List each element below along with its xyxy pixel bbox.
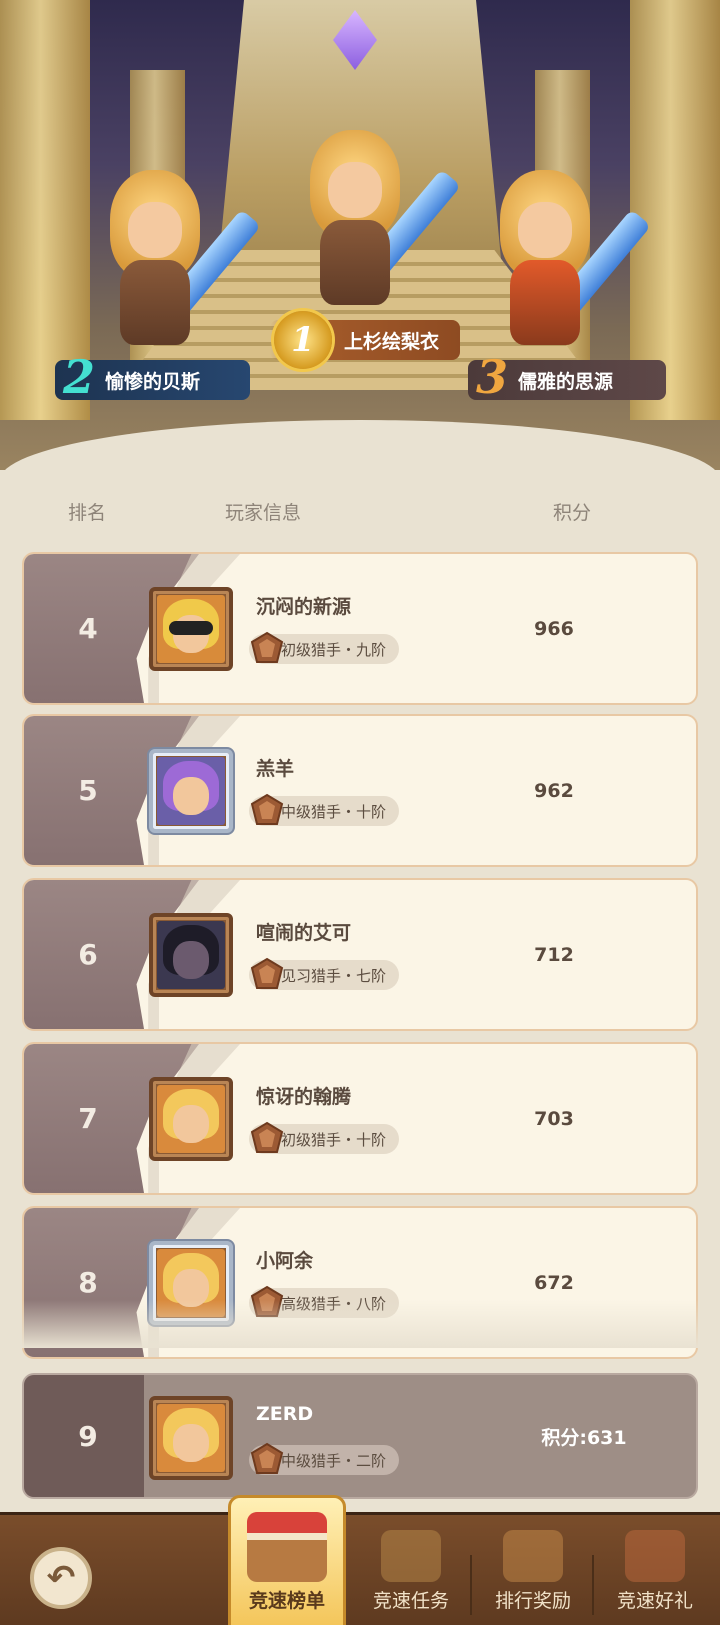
score-column-header: 积分 [553,502,592,524]
back-arrow-icon: ↶ [46,1558,76,1598]
player-name: 沉闷的新源 [256,596,352,618]
third-place-plate: 3 儒雅的思源 [468,350,666,404]
first-place-plate: 1 上杉绘梨衣 [270,311,460,369]
rank-title-text: 见习猎手・七阶 [281,966,387,985]
rank-title-badge: 初级猎手・十阶 [249,1121,399,1154]
my-rank-row[interactable]: 9 ZERD 中级猎手・二阶 积分:631 [22,1373,698,1499]
treasure-icon [625,1530,685,1582]
rank-title-badge: 见习猎手・七阶 [249,957,399,990]
third-place-rank: 3 [476,350,509,404]
rank-number: 6 [78,938,98,971]
leaderboard-row[interactable]: 6 喧闹的艾可 见习猎手・七阶 712 [22,878,698,1031]
rank-number: 5 [78,774,98,807]
hunter-rank-icon [250,793,284,825]
tab-label: 竞速好礼 [616,1590,693,1612]
floor-decoration [0,420,720,470]
rank-title-text: 初级猎手・十阶 [281,1130,387,1149]
my-rank-number: 9 [78,1419,98,1453]
list-fade [0,1300,720,1348]
rank-title-text: 初级猎手・九阶 [281,640,387,659]
tab-rank-rewards[interactable]: 排行奖励 [474,1525,594,1625]
third-place-name: 儒雅的思源 [518,370,614,393]
player-name: 小阿余 [256,1250,314,1272]
rank-number: 7 [78,1102,98,1135]
tab-label: 排行奖励 [494,1590,571,1612]
rank-number: 4 [78,612,98,645]
player-score: 962 [534,779,574,802]
second-place-character[interactable] [80,160,262,360]
player-name: 喧闹的艾可 [256,922,352,944]
second-place-name: 愉惨的贝斯 [105,370,201,393]
first-place-character[interactable] [280,120,462,320]
tab-label: 竞速任务 [372,1590,449,1612]
hunter-rank-icon [250,631,284,663]
tab-label: 竞速榜单 [248,1590,325,1612]
bottom-nav: ↶ 竞速榜单 竞速任务 排行奖励 竞速好礼 [0,1495,720,1625]
leaderboard-row[interactable]: 4 沉闷的新源 初级猎手・九阶 966 [22,552,698,705]
rank-column-header: 排名 [68,502,107,524]
player-column-header: 玩家信息 [225,502,302,524]
my-rank-title-badge: 中级猎手・二阶 [249,1442,399,1475]
pillar-decoration [630,0,720,420]
shop-stall-icon [247,1512,327,1582]
leaderboard-row[interactable]: 7 惊讶的翰腾 初级猎手・十阶 703 [22,1042,698,1195]
hunter-rank-icon [250,1442,284,1474]
my-score: 积分:631 [541,1426,627,1449]
first-place-name: 上杉绘梨衣 [344,330,440,353]
hunter-rank-icon [250,957,284,989]
rank-title-badge: 中级猎手・十阶 [249,793,399,826]
player-score: 712 [534,943,574,966]
task-chest-icon [381,1530,441,1582]
tab-race-leaderboard[interactable]: 竞速榜单 [228,1495,346,1625]
hunter-rank-icon [250,1121,284,1153]
player-avatar[interactable] [149,1077,233,1161]
rank-title-text: 中级猎手・十阶 [281,802,387,821]
second-place-plate: 2 愉惨的贝斯 [55,350,250,404]
podium-banner: 1 上杉绘梨衣 2 愉惨的贝斯 3 儒雅的思源 [0,0,720,470]
player-score: 966 [534,617,574,640]
my-name: ZERD [256,1403,314,1425]
leaderboard-row[interactable]: 5 羔羊 中级猎手・十阶 962 [22,714,698,867]
player-name: 惊讶的翰腾 [256,1086,352,1108]
second-place-rank: 2 [63,350,96,404]
rank-title-badge: 初级猎手・九阶 [249,631,399,664]
player-avatar[interactable] [149,913,233,997]
player-avatar[interactable] [149,587,233,671]
player-score: 703 [534,1107,574,1130]
back-button[interactable]: ↶ [30,1547,92,1609]
tab-race-gifts[interactable]: 竞速好礼 [596,1525,714,1625]
my-avatar[interactable] [149,1396,233,1480]
my-rank-title-text: 中级猎手・二阶 [281,1451,387,1470]
third-place-character[interactable] [470,160,652,360]
player-avatar[interactable] [149,749,233,833]
player-name: 羔羊 [256,758,295,780]
leaderboard-header: 排名 玩家信息 积分 [0,490,720,530]
gold-medal-icon: 1 [274,311,332,369]
gift-box-icon [503,1530,563,1582]
tab-race-tasks[interactable]: 竞速任务 [352,1525,472,1625]
